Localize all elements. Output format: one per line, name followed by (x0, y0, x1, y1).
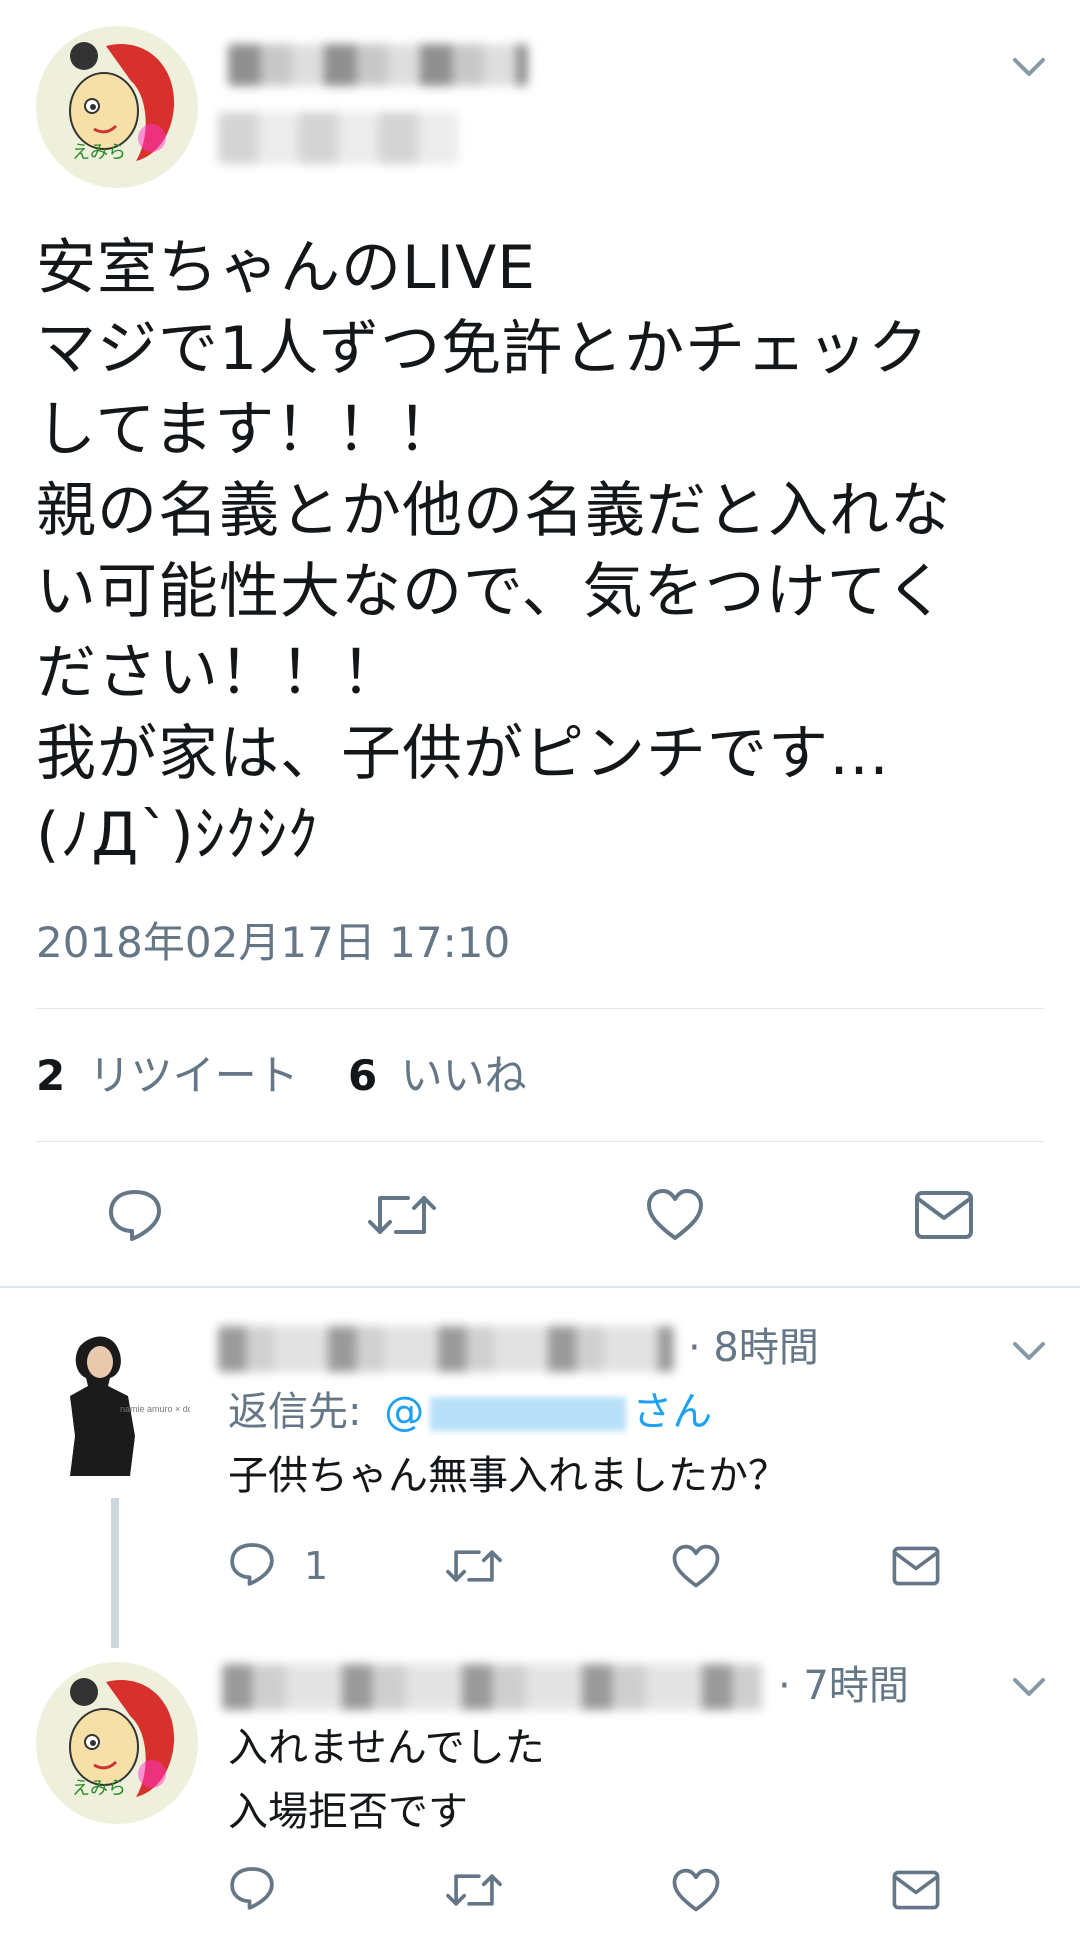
retweet-label: リツイート (88, 1051, 299, 1100)
reply-icon[interactable] (228, 1540, 276, 1588)
tweet-stats: 2 リツイート 6 いいね (36, 1050, 527, 1102)
avatar-illustration: えみら (36, 1662, 198, 1824)
reply-icon[interactable] (228, 1864, 276, 1912)
mention-redacted (430, 1397, 627, 1431)
divider (36, 1008, 1044, 1009)
chevron-down-icon[interactable] (1012, 56, 1046, 80)
share-dm-icon[interactable] (892, 1546, 940, 1586)
share-dm-icon[interactable] (892, 1870, 940, 1910)
avatar-signature: えみら (72, 1778, 126, 1798)
tweet-timestamp: 2018年02月17日 17:10 (36, 918, 511, 967)
thread-line (111, 1498, 119, 1648)
retweet-icon[interactable] (446, 1868, 502, 1912)
share-dm-icon[interactable] (914, 1190, 974, 1240)
reply-text: 入れませんでした 入場拒否です (228, 1725, 545, 1835)
like-count: 6 (347, 1051, 378, 1100)
avatar-illustration: えみら (36, 26, 198, 188)
reply-author-redacted (222, 1664, 762, 1710)
author-avatar[interactable]: えみら (36, 26, 198, 188)
section-separator (0, 1286, 1080, 1288)
reply-avatar[interactable]: namie amuro × docomo (40, 1326, 215, 1476)
tweet-text: 安室ちゃんのLIVE マジで1人ずつ免許とかチェック してます！！！ 親の名義と… (36, 233, 951, 870)
reply-to-at: @ (384, 1389, 425, 1435)
reply-to-suffix: さん (632, 1389, 713, 1435)
like-icon[interactable] (672, 1544, 720, 1589)
reply-time: · 7時間 (778, 1663, 909, 1709)
chevron-down-icon[interactable] (1012, 1676, 1046, 1700)
author-display-name-redacted (228, 44, 528, 86)
divider (36, 1141, 1044, 1142)
reply-icon[interactable] (106, 1186, 164, 1244)
reply-text: 子供ちゃん無事入れましたか？ (228, 1453, 788, 1499)
avatar-signature: えみら (72, 142, 126, 162)
retweet-count: 2 (36, 1051, 66, 1100)
reply-author-avatar[interactable]: えみら (36, 1662, 198, 1824)
like-label: いいね (400, 1051, 527, 1100)
reply-to-line: 返信先: @ さん (228, 1386, 712, 1438)
avatar-photo: namie amuro × docomo (70, 1336, 215, 1476)
retweet-icon[interactable] (368, 1188, 436, 1242)
reply-to-prefix: 返信先: (228, 1389, 362, 1435)
like-icon[interactable] (672, 1868, 720, 1913)
reply-time: · 8時間 (688, 1325, 819, 1371)
reply-author-redacted (218, 1326, 674, 1372)
like-stat[interactable]: 6 いいね (348, 1051, 527, 1100)
like-icon[interactable] (646, 1188, 704, 1242)
author-handle-redacted (218, 112, 458, 164)
retweet-icon[interactable] (446, 1544, 502, 1588)
avatar-caption: namie amuro × docomo (120, 1404, 190, 1414)
reply-count: 1 (304, 1544, 329, 1588)
retweet-stat[interactable]: 2 リツイート (36, 1051, 312, 1100)
reply-to-mention[interactable]: @ さん (384, 1389, 712, 1435)
chevron-down-icon[interactable] (1012, 1340, 1046, 1364)
